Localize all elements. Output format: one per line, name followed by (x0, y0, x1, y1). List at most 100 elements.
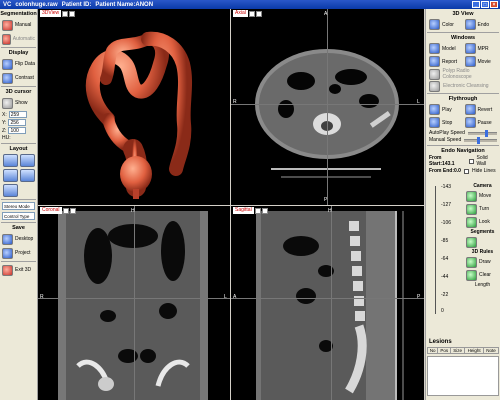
lesions-col-note[interactable]: Note (483, 347, 499, 354)
view3d-title: 3D View (452, 11, 474, 17)
rulers-title: 3D Rules (471, 249, 494, 255)
left-toolbar: Segmentation Manual Automatic Display Fl… (0, 9, 38, 400)
minimize-button[interactable]: _ (472, 1, 480, 8)
lesions-col-size[interactable]: Size (450, 347, 466, 354)
movie-label: Movie (477, 58, 491, 65)
model-button[interactable]: Model (429, 43, 462, 54)
sagittal-option-button[interactable] (254, 207, 261, 214)
mpr-button[interactable]: MPR (464, 43, 498, 54)
layout-title: Layout (9, 146, 28, 152)
sagittal-option2-button[interactable] (261, 207, 268, 214)
view-3d-option2-button[interactable] (69, 10, 76, 17)
project-label: Project (15, 250, 31, 256)
patient-name: Patient Name:ANON (95, 1, 154, 8)
axial-orient-top: A (324, 11, 328, 17)
lesions-table[interactable]: No Pos Size Height Note (426, 347, 499, 354)
coronal-option2-button[interactable] (69, 207, 76, 214)
clear-icon (466, 269, 477, 281)
clear-button[interactable]: Clear (466, 269, 499, 281)
cleansing-icon (429, 80, 440, 92)
layout-quad-button[interactable] (3, 154, 18, 167)
view-3d[interactable]: 3DView (38, 9, 230, 205)
turn-label: Turn (479, 206, 490, 212)
play-button[interactable]: Play (429, 104, 462, 115)
electronic-cleansing-button[interactable]: Electronic Cleansing (429, 80, 497, 92)
lesions-list[interactable] (427, 356, 499, 396)
draw-button[interactable]: Draw (466, 256, 499, 268)
coronal-label: Coronal (40, 207, 62, 214)
scale-tick: -106 (441, 220, 452, 226)
automatic-button[interactable]: Automatic (2, 33, 35, 45)
coronal-option-button[interactable] (62, 207, 69, 214)
revert-button[interactable]: Revert (464, 104, 498, 115)
contrast-button[interactable]: Contrast (2, 72, 35, 84)
stop-button[interactable]: Stop (429, 117, 462, 128)
view-3d-option-button[interactable] (62, 10, 69, 17)
layout-wide-button[interactable] (3, 184, 18, 197)
coronal-orient-left: R (40, 294, 44, 300)
segmentation-title: Segmentation (0, 11, 37, 17)
navigation-scale[interactable]: -143 -127 -106 -85 -64 -44 -22 0 (429, 184, 463, 316)
model-label: Model (442, 45, 456, 52)
file-name: colonhuge.raw (15, 1, 58, 8)
layout-split-button[interactable] (3, 169, 18, 182)
axial-orient-left: R (233, 99, 237, 105)
y-field[interactable]: 256 (8, 119, 27, 126)
flip-label: Flip Data (15, 61, 36, 67)
flip-icon (2, 58, 13, 70)
hide-lines-checkbox[interactable] (463, 168, 469, 174)
view-3d-label: 3DView (40, 10, 62, 17)
scale-tick: -85 (441, 238, 449, 244)
layout-single-button[interactable] (20, 154, 35, 167)
axial-option2-button[interactable] (255, 10, 262, 17)
cursor-title: 3D cursor (5, 89, 32, 95)
manual-speed-slider[interactable]: Manual Speed (429, 136, 497, 144)
camera-panel: Camera Move Turn Look Segments 3D Rules … (466, 183, 499, 289)
stereo-mode-dropdown[interactable]: Stereo Mode (2, 202, 35, 210)
view-coronal[interactable]: Coronal H R L (38, 206, 230, 400)
maximize-button[interactable]: □ (481, 1, 489, 8)
manual-icon (2, 19, 13, 31)
show-icon (2, 97, 13, 109)
scale-tick: -143 (441, 184, 452, 190)
report-button[interactable]: Report (429, 56, 462, 67)
save-project-button[interactable]: Project (2, 247, 35, 259)
view-axial[interactable]: Axial A R L P (231, 9, 424, 205)
autoplay-speed-slider[interactable]: AutoPlay Speed (429, 129, 497, 137)
close-button[interactable]: × (490, 1, 498, 8)
segments-button[interactable] (466, 236, 499, 248)
axial-orient-bottom: P (324, 197, 328, 203)
report-icon (429, 56, 440, 67)
exit-3d-button[interactable]: Exit 3D (2, 264, 35, 276)
save-desktop-button[interactable]: Desktop (2, 233, 35, 245)
move-button[interactable]: Move (466, 190, 499, 202)
color-button[interactable]: Color (429, 19, 462, 30)
lesions-col-no[interactable]: No (426, 347, 439, 354)
contrast-icon (2, 72, 13, 84)
lesions-col-height[interactable]: Height (464, 347, 485, 354)
turn-button[interactable]: Turn (466, 203, 499, 215)
movie-button[interactable]: Movie (464, 56, 498, 67)
z-field[interactable]: 100 (8, 127, 27, 134)
look-button[interactable]: Look (466, 216, 499, 228)
polyp-colonoscope-button[interactable]: Polyp Radio Colonoscope (429, 68, 497, 80)
draw-icon (466, 256, 477, 268)
turn-icon (466, 203, 477, 215)
view-sagittal[interactable]: Sagittal H A P (231, 206, 424, 400)
layout-stack-button[interactable] (20, 169, 35, 182)
solid-wall-checkbox[interactable] (468, 158, 474, 164)
show-cursor-button[interactable]: Show (2, 97, 35, 109)
endo-button[interactable]: Endo (464, 19, 498, 30)
x-field[interactable]: 259 (8, 111, 27, 118)
lesions-col-pos[interactable]: Pos (437, 347, 452, 354)
lesions-panel: Lesions No Pos Size Height Note (426, 339, 500, 396)
patient-id-label: Patient ID: (61, 1, 92, 8)
polyp-icon (429, 68, 440, 80)
manual-button[interactable]: Manual (2, 19, 35, 31)
flip-data-button[interactable]: Flip Data (2, 58, 35, 70)
control-type-dropdown[interactable]: Control Type (2, 212, 35, 220)
axial-option-button[interactable] (248, 10, 255, 17)
colon-3d-model (85, 31, 192, 199)
pause-button[interactable]: Pause (464, 117, 498, 128)
from-start-value: From Start:143.1 (429, 155, 455, 167)
